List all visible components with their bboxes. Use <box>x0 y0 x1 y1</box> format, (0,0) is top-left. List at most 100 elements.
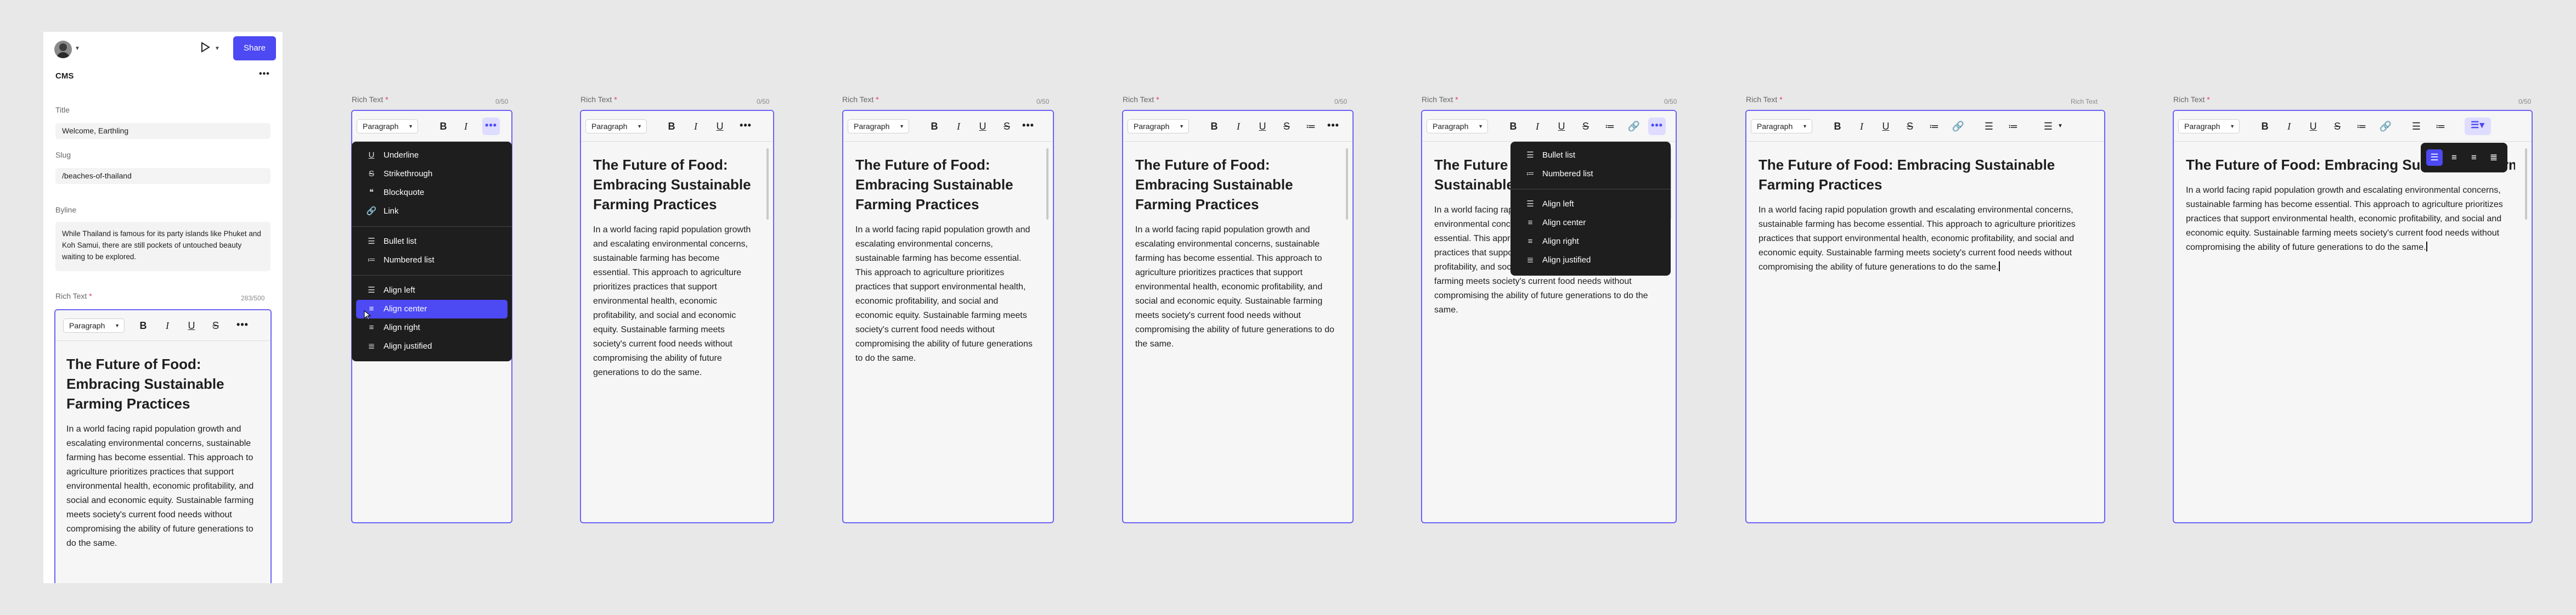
menu-item-align-left[interactable]: ☰ Align left <box>356 281 508 300</box>
italic-button[interactable]: I <box>689 120 702 133</box>
menu-item-bullet-list[interactable]: ☰ Bullet list <box>356 232 508 251</box>
more-icon[interactable]: ••• <box>259 69 270 79</box>
menu-item-align-center[interactable]: ≡ Align center <box>356 300 508 318</box>
strikethrough-button[interactable]: S <box>1280 120 1293 133</box>
play-icon[interactable] <box>201 42 210 53</box>
scrollbar[interactable] <box>1346 148 1348 220</box>
numbered-list-icon[interactable]: ≔ <box>1927 120 1941 133</box>
underline-button[interactable]: U <box>1555 120 1568 133</box>
menu-item-strikethrough[interactable]: S Strikethrough <box>356 165 508 183</box>
link-icon[interactable]: 🔗 <box>1952 120 1965 133</box>
more-button[interactable]: ••• <box>234 317 251 334</box>
menu-item-align-left[interactable]: ☰ Align left <box>1515 195 1666 214</box>
rich-text-editor[interactable]: Paragraph ▼ B I U S ••• The Future of Foo… <box>842 110 1054 523</box>
bold-button[interactable]: B <box>1507 120 1520 133</box>
menu-item-numbered-list[interactable]: ≔ Numbered list <box>1515 165 1666 183</box>
align-dropdown-button[interactable]: ☰▾ <box>2465 118 2491 135</box>
editor-content[interactable]: The Future of Food: Embracing Sustainabl… <box>1758 155 2088 275</box>
byline-field[interactable]: While Thailand is famous for its party i… <box>55 222 270 271</box>
italic-button[interactable]: I <box>2282 120 2296 133</box>
numbered-list-icon[interactable]: ≔ <box>1603 120 1616 133</box>
bold-button[interactable]: B <box>1208 120 1221 133</box>
italic-button[interactable]: I <box>161 319 174 332</box>
bold-button[interactable]: B <box>2258 120 2271 133</box>
menu-item-blockquote[interactable]: ❝ Blockquote <box>356 183 508 202</box>
menu-item-align-right[interactable]: ≡ Align right <box>356 318 508 337</box>
align-left-icon[interactable]: ☰ <box>2042 120 2055 133</box>
paragraph-select[interactable]: Paragraph ▼ <box>63 318 125 333</box>
more-button[interactable]: ••• <box>737 118 754 135</box>
numbered-list-icon[interactable]: ≔ <box>2006 120 2020 133</box>
paragraph-select[interactable]: Paragraph ▼ <box>1751 119 1812 133</box>
editor-content[interactable]: The Future of Food: Embracing Sustainabl… <box>66 354 256 551</box>
more-button[interactable]: ••• <box>1019 118 1037 135</box>
link-icon[interactable]: 🔗 <box>1627 120 1641 133</box>
menu-item-align-right[interactable]: ≡ Align right <box>1515 232 1666 251</box>
align-center-icon[interactable]: ≡ <box>2446 149 2462 166</box>
underline-button[interactable]: U <box>713 120 726 133</box>
bold-button[interactable]: B <box>1831 120 1844 133</box>
menu-item-align-justified[interactable]: ≣ Align justified <box>1515 251 1666 270</box>
paragraph-select[interactable]: Paragraph ▼ <box>585 119 647 133</box>
align-right-icon[interactable]: ≡ <box>2466 149 2482 166</box>
numbered-list-icon[interactable]: ≔ <box>2355 120 2368 133</box>
more-button[interactable]: ••• <box>1648 118 1666 135</box>
bold-button[interactable]: B <box>437 120 450 133</box>
menu-item-align-center[interactable]: ≡ Align center <box>1515 214 1666 232</box>
rich-text-editor[interactable]: Paragraph ▼ B I U S ≔ ••• The Future of F… <box>1122 110 1354 523</box>
strikethrough-button[interactable]: S <box>2331 120 2344 133</box>
rich-text-editor[interactable]: Paragraph ▼ B I U S ≔ 🔗 ☰ ≔ ☰ ▼ The Futur… <box>1745 110 2105 523</box>
rich-text-editor[interactable]: Paragraph ▼ B I U S ••• The Future of Foo… <box>54 309 272 583</box>
scrollbar[interactable] <box>766 148 769 220</box>
bold-button[interactable]: B <box>665 120 678 133</box>
italic-button[interactable]: I <box>1531 120 1544 133</box>
more-button[interactable]: ••• <box>482 118 500 135</box>
align-justify-icon[interactable]: ≣ <box>2485 149 2502 166</box>
paragraph-select[interactable]: Paragraph ▼ <box>1427 119 1488 133</box>
editor-content[interactable]: The Future of Food: Embracing Sustainabl… <box>593 155 757 380</box>
share-button[interactable]: Share <box>233 36 276 60</box>
more-button[interactable]: ••• <box>1324 118 1342 135</box>
underline-button[interactable]: U <box>976 120 989 133</box>
bold-button[interactable]: B <box>928 120 941 133</box>
align-left-icon[interactable]: ☰ <box>2426 149 2443 166</box>
bullet-list-icon[interactable]: ☰ <box>2410 120 2423 133</box>
italic-button[interactable]: I <box>1855 120 1868 133</box>
italic-button[interactable]: I <box>459 120 472 133</box>
underline-button[interactable]: U <box>1256 120 1269 133</box>
menu-item-link[interactable]: 🔗 Link <box>356 202 508 221</box>
menu-item-numbered-list[interactable]: ≔ Numbered list <box>356 251 508 270</box>
slug-field[interactable]: /beaches-of-thailand <box>55 168 270 184</box>
chevron-down-icon[interactable]: ▼ <box>2054 120 2067 133</box>
paragraph-select[interactable]: Paragraph ▼ <box>357 119 418 133</box>
paragraph-select[interactable]: Paragraph ▼ <box>1128 119 1189 133</box>
bullet-list-icon[interactable]: ☰ <box>1982 120 1996 133</box>
strikethrough-button[interactable]: S <box>209 319 222 332</box>
chevron-down-icon[interactable]: ▼ <box>215 46 220 52</box>
scrollbar[interactable] <box>1046 148 1049 220</box>
scrollbar[interactable] <box>2525 148 2527 220</box>
link-icon[interactable]: 🔗 <box>2379 120 2392 133</box>
title-field[interactable]: Welcome, Earthling <box>55 123 270 139</box>
underline-button[interactable]: U <box>2307 120 2320 133</box>
strikethrough-button[interactable]: S <box>1000 120 1013 133</box>
strikethrough-button[interactable]: S <box>1903 120 1917 133</box>
avatar[interactable] <box>54 41 72 58</box>
menu-item-underline[interactable]: U Underline <box>356 146 508 165</box>
menu-item-bullet-list[interactable]: ☰ Bullet list <box>1515 146 1666 165</box>
underline-button[interactable]: U <box>185 319 198 332</box>
chevron-down-icon[interactable]: ▼ <box>75 46 80 52</box>
numbered-list-icon[interactable]: ≔ <box>2434 120 2447 133</box>
paragraph-select[interactable]: Paragraph ▼ <box>2178 119 2240 133</box>
paragraph-select[interactable]: Paragraph ▼ <box>848 119 909 133</box>
strikethrough-button[interactable]: S <box>1579 120 1592 133</box>
menu-item-align-justified[interactable]: ≣ Align justified <box>356 337 508 356</box>
italic-button[interactable]: I <box>1232 120 1245 133</box>
editor-content[interactable]: The Future of Food: Embracing Sustainabl… <box>1135 155 1336 351</box>
rich-text-editor[interactable]: Paragraph ▼ B I U ••• The Future of Food:… <box>580 110 774 523</box>
editor-content[interactable]: The Future of Food: Embracing Sustainabl… <box>855 155 1036 366</box>
numbered-list-icon[interactable]: ≔ <box>1304 120 1317 133</box>
bold-button[interactable]: B <box>137 319 150 332</box>
italic-button[interactable]: I <box>952 120 965 133</box>
underline-button[interactable]: U <box>1879 120 1892 133</box>
